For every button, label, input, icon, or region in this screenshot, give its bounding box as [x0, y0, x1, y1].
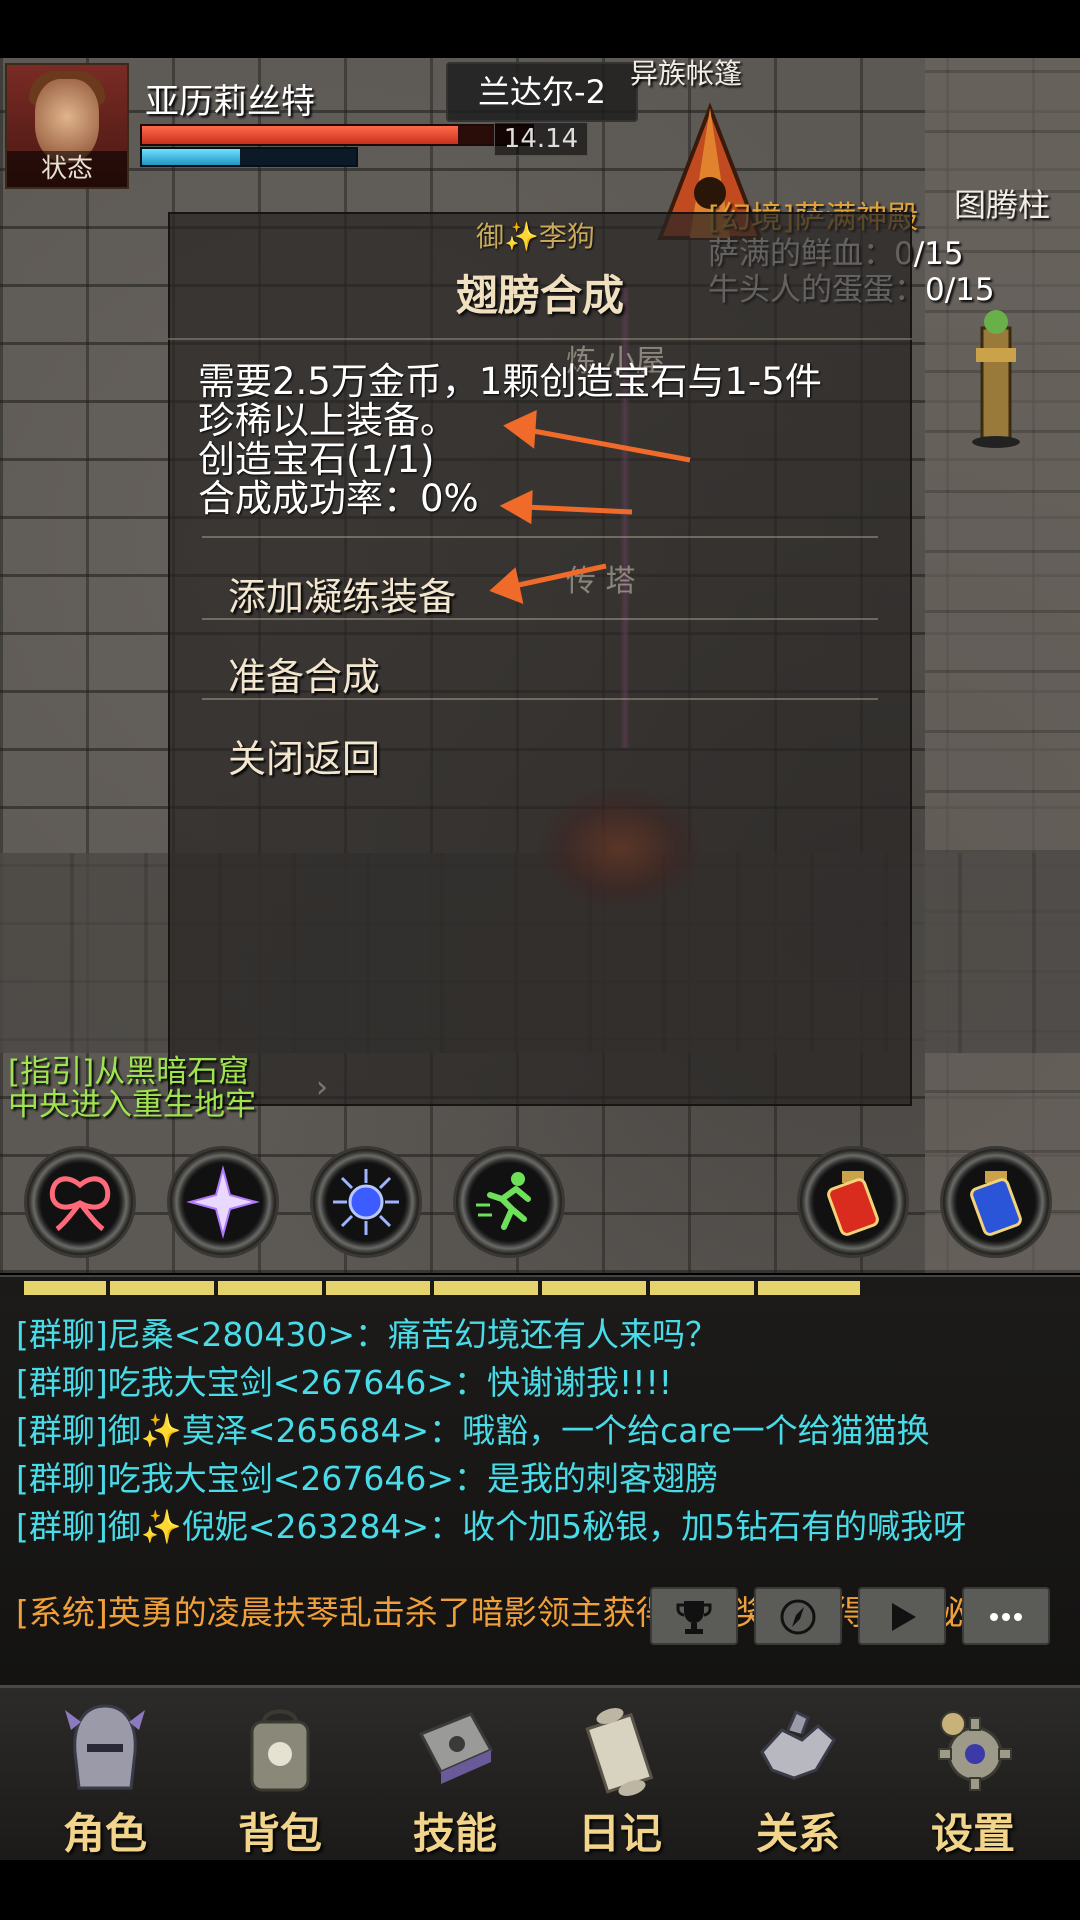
backpack-icon	[250, 1709, 310, 1792]
title-divider	[168, 338, 912, 340]
chat-message: [群聊]御✨倪妮<263284>：收个加5秘银，加5钻石有的喊我呀	[16, 1507, 967, 1546]
exp-tick	[106, 1279, 110, 1297]
skill-button-star-strike[interactable]	[167, 1146, 279, 1258]
menu-divider	[202, 618, 878, 620]
status-button-label[interactable]: 状态	[7, 151, 127, 187]
mp-bar-fill	[142, 149, 241, 165]
handshake-icon	[760, 1709, 836, 1780]
top-black-bar	[0, 0, 1080, 58]
chat-message: [群聊]吃我大宝剑<267646>：快谢谢我!!!!	[16, 1363, 672, 1402]
close-return-option[interactable]: 关闭返回	[228, 728, 380, 783]
trophy-button[interactable]	[650, 1587, 738, 1645]
hp-bar	[140, 124, 534, 146]
exp-tick	[322, 1279, 326, 1297]
guide-line: [指引]从黑暗石窟	[8, 1054, 250, 1090]
scroll-icon	[585, 1708, 654, 1796]
description-line: 创造宝石(1/1)	[198, 438, 435, 481]
npc-name-tag: 御✨李狗	[476, 220, 595, 253]
exp-tick	[430, 1279, 434, 1297]
dialog-title: 翅膀合成	[455, 271, 624, 320]
blue-potion-icon	[970, 1171, 1022, 1236]
bottom-black-bar	[0, 1860, 1080, 1920]
player-name: 亚历莉丝特	[145, 82, 315, 122]
guide-text[interactable]: [指引]从黑暗石窟 中央进入重生地牢	[8, 1056, 256, 1122]
chat-message: [群聊]尼桑<280430>：痛苦幻境还有人来吗？	[16, 1315, 719, 1354]
red-potion-button[interactable]	[797, 1146, 909, 1258]
chat-bubble-icon	[990, 1613, 1022, 1621]
nav-character[interactable]: 角色	[30, 1692, 180, 1858]
chat-message: [群聊]御✨莫泽<265684>：哦豁，一个给care一个给猫猫换	[16, 1411, 930, 1450]
skill-button-wings[interactable]	[24, 1146, 136, 1258]
hp-bar-fill	[142, 126, 458, 144]
chat-message: [群聊]吃我大宝剑<267646>：是我的刺客翅膀	[16, 1459, 719, 1498]
skill-button-frost-sun[interactable]	[310, 1146, 422, 1258]
chevron-right-icon[interactable]: ›	[316, 1070, 328, 1105]
nav-label: 设置	[930, 1809, 1015, 1858]
description-line: 珍稀以上装备。	[198, 399, 457, 442]
menu-divider	[202, 698, 878, 700]
chat-bubble-button[interactable]	[962, 1587, 1050, 1645]
red-potion-icon	[827, 1171, 879, 1236]
prepare-synthesis-option[interactable]: 准备合成	[228, 646, 380, 701]
nav-label: 角色	[62, 1809, 147, 1858]
experience-bar-fill	[24, 1281, 860, 1295]
totem-sprite[interactable]	[968, 308, 1024, 448]
wings-skill-icon	[49, 1176, 111, 1232]
coordinate-readout: 14.14	[494, 122, 588, 156]
star-strike-skill-icon	[186, 1165, 260, 1239]
nav-label: 背包	[237, 1809, 322, 1858]
player-portrait[interactable]: 状态	[5, 63, 129, 189]
play-button[interactable]	[858, 1587, 946, 1645]
nav-settings[interactable]: 设置	[898, 1692, 1048, 1858]
skill-button-sprint[interactable]	[453, 1146, 565, 1258]
nav-label: 技能	[412, 1809, 497, 1858]
nav-diary[interactable]: 日记	[545, 1692, 695, 1858]
nav-skills[interactable]: 技能	[380, 1692, 530, 1858]
background-building-label: 传 塔	[566, 564, 636, 599]
trophy-icon	[676, 1601, 712, 1634]
dialog-description: 需要2.5万金币，1颗创造宝石与1-5件 珍稀以上装备。 创造宝石(1/1) 合…	[198, 362, 898, 518]
description-line: 合成成功率：0%	[198, 477, 479, 520]
guide-line: 中央进入重生地牢	[8, 1087, 256, 1123]
exp-tick	[646, 1279, 650, 1297]
exp-tick	[862, 1279, 866, 1297]
gear-icon	[938, 1711, 1012, 1791]
nav-label: 日记	[577, 1809, 662, 1858]
exp-tick	[538, 1279, 542, 1297]
play-icon	[892, 1603, 916, 1631]
spellbook-icon	[418, 1712, 494, 1784]
nav-label: 关系	[755, 1809, 840, 1858]
add-refine-equipment-option[interactable]: 添加凝练装备	[228, 566, 456, 621]
mp-bar	[140, 147, 358, 167]
menu-divider	[202, 536, 878, 538]
nav-relations[interactable]: 关系	[723, 1692, 873, 1858]
compass-icon	[780, 1599, 816, 1635]
helmet-icon	[65, 1704, 145, 1790]
frost-sun-skill-icon	[333, 1169, 399, 1235]
nav-backpack[interactable]: 背包	[205, 1692, 355, 1858]
tent-label: 异族帐篷	[630, 57, 743, 90]
exp-tick	[214, 1279, 218, 1297]
blue-potion-button[interactable]	[940, 1146, 1052, 1258]
exp-tick	[754, 1279, 758, 1297]
map-name-badge[interactable]: 兰达尔-2	[446, 62, 638, 122]
description-line: 需要2.5万金币，1颗创造宝石与1-5件	[198, 360, 822, 403]
sprint-skill-icon	[476, 1172, 531, 1230]
compass-button[interactable]	[754, 1587, 842, 1645]
